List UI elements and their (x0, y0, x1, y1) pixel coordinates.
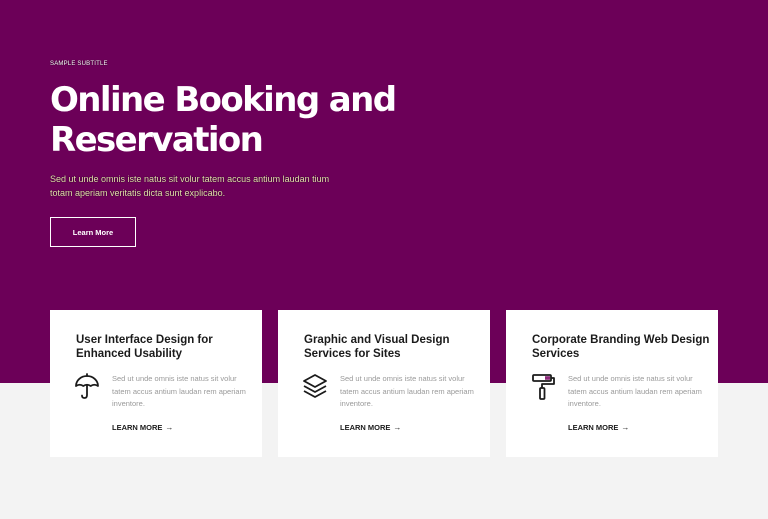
arrow-right-icon: → (393, 423, 402, 432)
service-card-ui-design: User Interface Design for Enhanced Usabi… (50, 310, 262, 457)
service-card-text: Sed ut unde omnis iste natus sit volur t… (340, 374, 474, 408)
service-card-graphic-design: Graphic and Visual Design Services for S… (278, 310, 490, 457)
service-card-title: Graphic and Visual Design Services for S… (304, 334, 450, 360)
arrow-right-icon: → (165, 423, 174, 432)
hero-subtitle: SAMPLE SUBTITLE (50, 61, 108, 67)
umbrella-icon (74, 373, 100, 401)
service-card-text: Sed ut unde omnis iste natus sit volur t… (112, 374, 246, 408)
learn-more-button[interactable]: Learn More (50, 217, 136, 247)
service-card-text: Sed ut unde omnis iste natus sit volur t… (568, 374, 702, 408)
service-card-title: Corporate Branding Web Design Services (532, 334, 710, 360)
learn-more-link-label: LEARN MORE (112, 423, 163, 432)
service-card-branding: Corporate Branding Web Design Services S… (506, 310, 718, 457)
learn-more-link-label: LEARN MORE (340, 423, 391, 432)
learn-more-link-label: LEARN MORE (568, 423, 619, 432)
service-card-title: User Interface Design for Enhanced Usabi… (76, 334, 213, 360)
arrow-right-icon: → (621, 423, 630, 432)
learn-more-link[interactable]: LEARN MORE → (568, 423, 629, 432)
paint-roller-icon (530, 373, 556, 401)
layers-icon (302, 373, 328, 401)
learn-more-link[interactable]: LEARN MORE → (112, 423, 173, 432)
hero-description: Sed ut unde omnis iste natus sit volur t… (50, 174, 330, 198)
hero-title: Online Booking and Reservation (50, 80, 397, 160)
learn-more-link[interactable]: LEARN MORE → (340, 423, 401, 432)
